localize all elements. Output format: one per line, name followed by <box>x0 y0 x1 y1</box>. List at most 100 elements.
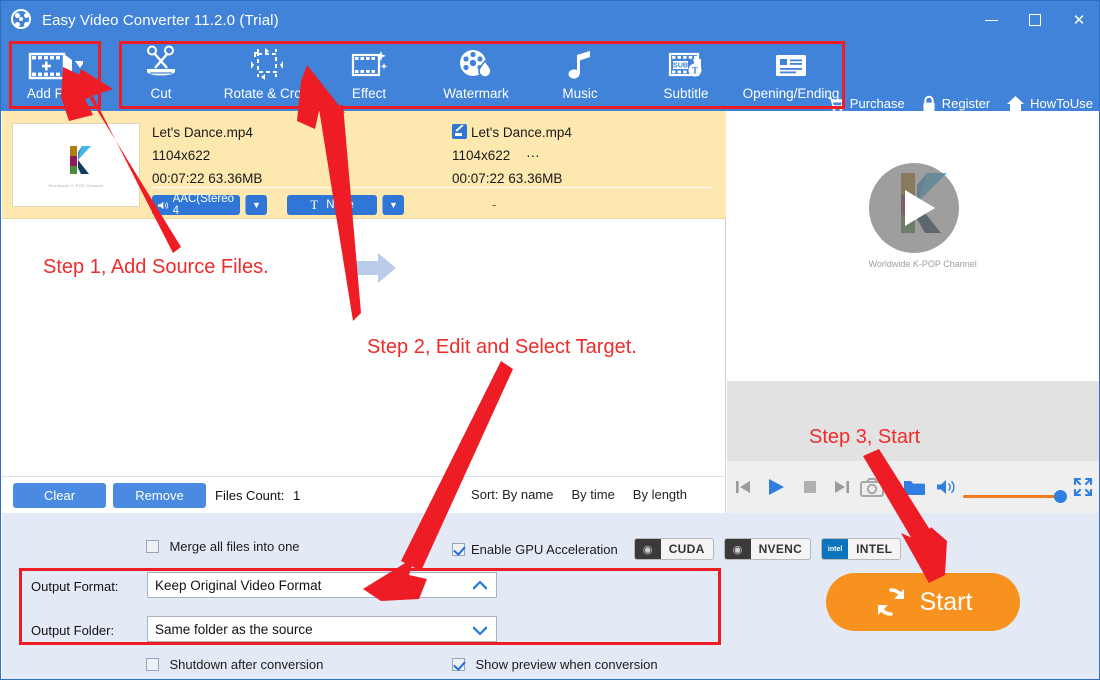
row-separator <box>152 187 712 188</box>
maximize-button[interactable] <box>1013 1 1057 39</box>
gpu-badge-intel[interactable]: intel INTEL <box>821 538 902 560</box>
effect-film-icon <box>348 43 390 83</box>
toolbar-item-cut[interactable]: Cut <box>121 43 201 107</box>
file-list[interactable]: Worldwide K-POP Channel Let's Dance.mp4 … <box>2 111 726 476</box>
audio-track-selector[interactable]: AAC(Stereo 4 <box>152 193 240 217</box>
start-label: Start <box>919 587 973 616</box>
sort-option-by-name[interactable]: By name <box>502 487 553 502</box>
edit-pencil-icon[interactable] <box>452 124 467 139</box>
preview-panel[interactable]: Worldwide K-POP Channel <box>727 111 1099 381</box>
preview-thumbnail: Worldwide K-POP Channel <box>868 163 977 269</box>
snapshot-button[interactable] <box>858 477 896 497</box>
source-file-name: Let's Dance.mp4 <box>152 125 253 140</box>
start-button[interactable]: Start <box>826 573 1020 631</box>
toolbar-label-subtitle: Subtitle <box>663 86 709 101</box>
gpu-badge-nvenc[interactable]: ◉ NVENC <box>723 538 812 560</box>
chevron-up-icon <box>473 581 487 590</box>
toolbar-item-subtitle[interactable]: SUB T Subtitle <box>639 43 733 107</box>
player-controls <box>727 461 1099 513</box>
gpu-badge-cuda[interactable]: ◉ CUDA <box>633 538 714 560</box>
subtitle-track-selector[interactable]: T None <box>287 195 377 215</box>
source-file-info: Let's Dance.mp4 1104x622 00:07:22 63.36M… <box>152 121 262 190</box>
target-resolution-row: 1104x622 ··· <box>452 144 572 167</box>
purchase-link[interactable]: Purchase <box>827 96 905 112</box>
files-count: Files Count: 1 <box>215 488 300 503</box>
add-film-icon <box>27 43 83 83</box>
shutdown-checkbox[interactable] <box>146 658 159 671</box>
play-overlay[interactable] <box>868 163 959 253</box>
remove-button[interactable]: Remove <box>113 483 206 508</box>
previous-button[interactable] <box>727 478 759 496</box>
rotate-crop-icon <box>247 43 287 83</box>
svg-text:SUB: SUB <box>673 61 688 70</box>
previous-icon <box>736 481 751 493</box>
file-thumbnail: Worldwide K-POP Channel <box>12 123 140 207</box>
close-button[interactable]: ✕ <box>1057 1 1099 39</box>
sort-option-by-length[interactable]: By length <box>633 487 687 502</box>
snapshot-icon <box>859 477 884 497</box>
shutdown-label: Shutdown after conversion <box>169 657 324 672</box>
howtouse-link[interactable]: HowToUse <box>1006 95 1093 112</box>
main-toolbar: Add Files Cut Rotate & Crop Effect Water… <box>1 39 1099 112</box>
clear-button[interactable]: Clear <box>13 483 106 508</box>
show-preview-checkbox[interactable] <box>452 658 465 671</box>
gpu-badge-cuda-label: CUDA <box>668 542 705 556</box>
preview-caption: Worldwide K-POP Channel <box>868 259 977 269</box>
fullscreen-icon <box>1073 477 1092 497</box>
watermark-icon <box>456 43 496 83</box>
target-resolution: 1104x622 <box>452 148 511 163</box>
nvidia-eye-icon: ◉ <box>724 539 751 559</box>
minimize-button[interactable] <box>969 1 1013 39</box>
toolbar-item-music[interactable]: Music <box>541 43 619 107</box>
file-list-row[interactable]: Worldwide K-POP Channel Let's Dance.mp4 … <box>2 111 726 283</box>
output-folder-select[interactable]: Same folder as the source <box>147 616 497 642</box>
volume-button[interactable] <box>933 479 962 495</box>
next-icon <box>835 481 850 493</box>
intel-icon: intel <box>822 539 849 559</box>
sort-option-by-time[interactable]: By time <box>571 487 614 502</box>
subtitle-icon: SUB T <box>665 43 707 83</box>
play-icon <box>769 479 785 495</box>
sort-label: Sort: By name <box>471 487 554 502</box>
fullscreen-button[interactable] <box>1066 477 1099 497</box>
output-format-label: Output Format: <box>31 579 119 594</box>
gpu-badge-nvenc-label: NVENC <box>758 542 803 556</box>
toolbar-item-rotate-crop[interactable]: Rotate & Crop <box>209 43 324 107</box>
gpu-checkbox[interactable] <box>452 542 465 556</box>
app-window: Easy Video Converter 11.2.0 (Trial) ✕ Ad… <box>0 0 1100 680</box>
output-format-value: Keep Original Video Format <box>155 577 322 593</box>
open-folder-button[interactable] <box>896 478 932 497</box>
register-link[interactable]: Register <box>921 95 990 112</box>
audio-track-dropdown[interactable]: ▼ <box>245 195 267 215</box>
next-button[interactable] <box>826 478 858 496</box>
merge-all-label: Merge all files into one <box>169 539 300 554</box>
volume-icon <box>937 480 955 494</box>
subtitle-track-label: None <box>326 199 354 211</box>
toolbar-item-watermark[interactable]: Watermark <box>426 43 526 107</box>
toolbar-label-cut: Cut <box>150 86 172 101</box>
toolbar-label-effect: Effect <box>351 86 387 101</box>
convert-arrow-icon <box>352 251 404 285</box>
target-resolution-more[interactable]: ··· <box>526 148 540 163</box>
window-title: Easy Video Converter 11.2.0 (Trial) <box>42 11 279 29</box>
files-count-label: Files Count: <box>215 488 285 503</box>
toolbar-label-watermark: Watermark <box>443 86 509 101</box>
chevron-down-icon <box>473 626 487 635</box>
scissors-icon <box>141 43 181 83</box>
annotation-step2: Step 2, Edit and Select Target. <box>367 336 637 358</box>
output-format-select[interactable]: Keep Original Video Format <box>147 572 497 598</box>
add-files-button[interactable]: Add Files <box>11 43 99 107</box>
show-preview-checkbox-row[interactable]: Show preview when conversion <box>452 656 658 674</box>
volume-slider-handle[interactable] <box>1054 490 1068 503</box>
target-file-name-row[interactable]: Let's Dance.mp4 <box>452 121 572 144</box>
play-button[interactable] <box>759 477 793 497</box>
merge-all-checkbox-row[interactable]: Merge all files into one <box>146 538 300 556</box>
target-file-name: Let's Dance.mp4 <box>471 125 572 140</box>
shutdown-checkbox-row[interactable]: Shutdown after conversion <box>146 656 323 674</box>
show-preview-label: Show preview when conversion <box>475 657 658 672</box>
merge-all-checkbox[interactable] <box>146 540 159 553</box>
toolbar-item-effect[interactable]: Effect <box>329 43 409 107</box>
stop-button[interactable] <box>794 480 826 494</box>
subtitle-track-dropdown[interactable]: ▼ <box>382 195 404 215</box>
lock-icon <box>923 95 935 111</box>
